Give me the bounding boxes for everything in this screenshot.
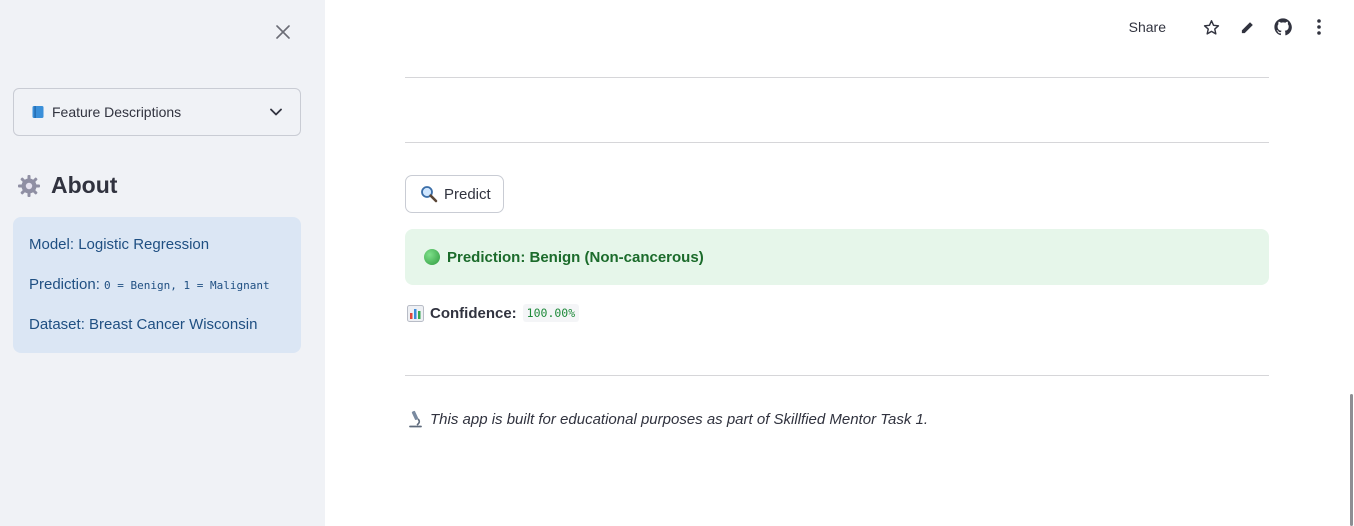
pencil-icon[interactable] [1238, 18, 1256, 36]
magnifier-icon [420, 185, 438, 203]
about-title: About [51, 172, 118, 198]
confidence-label: Confidence: [430, 304, 517, 322]
dataset-info: Dataset: Breast Cancer Wisconsin [29, 316, 258, 333]
expander-label: Feature Descriptions [52, 104, 182, 120]
microscope-icon [407, 410, 424, 428]
predict-button[interactable]: Predict [405, 175, 504, 213]
prediction-info-label: Prediction: [29, 276, 105, 293]
share-button[interactable]: Share [1129, 19, 1166, 35]
book-icon [31, 105, 45, 119]
divider [405, 142, 1269, 143]
github-icon[interactable] [1274, 18, 1292, 36]
prediction-info-code: 0 = Benign, 1 = Malignant [104, 279, 270, 292]
gear-icon [17, 174, 41, 198]
model-info: Model: Logistic Regression [29, 236, 210, 253]
prediction-result-alert: Prediction: Benign (Non-cancerous) [405, 229, 1269, 285]
divider [405, 77, 1269, 78]
sidebar: Feature Descriptions About Model: Logist… [0, 0, 325, 526]
more-vert-icon[interactable] [1310, 18, 1328, 36]
footer-text: This app is built for educational purpos… [430, 410, 929, 428]
confidence-value: 100.00% [522, 304, 580, 322]
about-heading: About [17, 172, 117, 199]
green-circle-icon [424, 249, 440, 265]
prediction-result-text: Prediction: Benign (Non-cancerous) [447, 248, 704, 266]
app-toolbar: Share [1129, 18, 1328, 36]
close-sidebar-button[interactable] [272, 21, 294, 43]
star-icon[interactable] [1202, 18, 1220, 36]
close-icon [276, 25, 290, 39]
footer-note: This app is built for educational purpos… [407, 410, 928, 428]
confidence-line: Confidence: 100.00% [407, 304, 580, 322]
feature-descriptions-expander[interactable]: Feature Descriptions [13, 88, 301, 136]
bar-chart-icon [407, 304, 424, 322]
main-scrollbar[interactable] [1350, 394, 1353, 526]
chevron-down-icon [269, 105, 283, 119]
divider [405, 375, 1269, 376]
about-info-box: Model: Logistic Regression Prediction: 0… [13, 217, 301, 353]
predict-button-label: Predict [444, 185, 491, 203]
prediction-info: Prediction: 0 = Benign, 1 = Malignant [29, 276, 270, 293]
